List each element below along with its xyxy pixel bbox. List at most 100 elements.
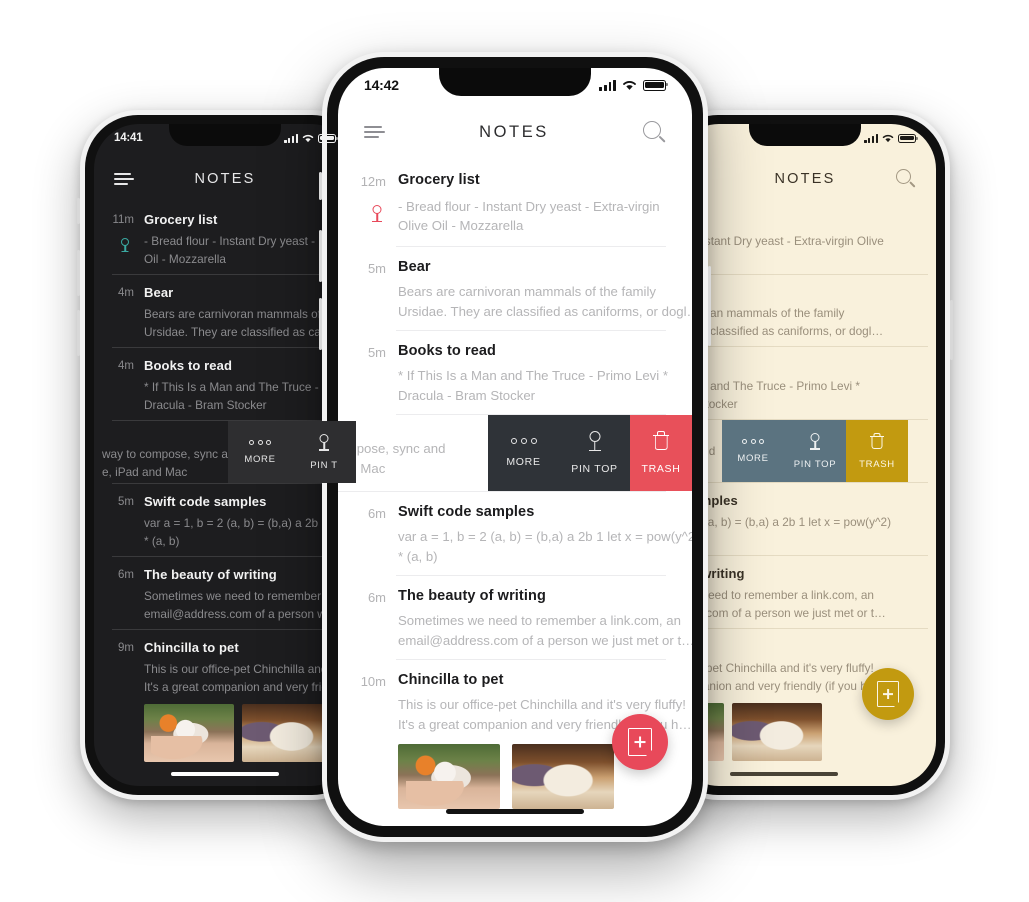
note-snippet: var a = 1, b = 2 (a, b) = (b,a) a 2b 1 l… [144,516,344,530]
note-time: 5m [367,261,386,277]
power-button-center[interactable] [708,266,711,346]
note-snippet-line2: ram Stocker [674,397,738,411]
more-action-label: MORE [244,453,276,465]
note-snippet-line2: ey are classified as caniforms, or dogl… [674,324,884,338]
pin-top-action-button[interactable]: PIN TOP [559,415,630,492]
list-item[interactable]: read a Man and The Truce - Primo Levi * … [674,347,936,419]
pin-icon [119,238,131,252]
thumbnail-image[interactable] [512,744,614,810]
pin-top-action-button[interactable]: PIN T [292,421,356,483]
volume-down-center[interactable] [319,298,322,350]
new-note-fab-right[interactable] [862,668,914,720]
list-item[interactable]: 6m The beauty of writing Sometimes we ne… [94,557,356,629]
list-item-swiped[interactable]: way to compose, sync and e, iPad and Mac… [338,415,692,492]
new-note-fab-center[interactable] [612,714,668,770]
more-action-button[interactable]: MORE [488,415,559,492]
status-time-center: 14:42 [364,77,399,93]
volume-down-left[interactable] [77,310,80,356]
note-time: 4m [118,360,134,372]
swipe-actions-center[interactable]: MORE PIN TOP TRASH [488,415,692,492]
list-item[interactable]: 5m Bear Bears are carnivoran mammals of … [338,247,692,330]
home-indicator-center[interactable] [446,809,584,814]
screen-right: NOTES st ur - Instant Dry yeast - Extra-… [674,124,936,786]
swipe-actions-right[interactable]: MORE PIN TOP TRASH [722,420,908,482]
note-snippet-line2: Oil - Mozzarella [144,252,226,266]
note-snippet-line2: * (a, b) [398,549,438,565]
home-indicator-left[interactable] [171,772,279,776]
new-note-icon [628,728,653,757]
list-item[interactable]: 4m Books to read * If This Is a Man and … [94,348,356,420]
notes-list-left[interactable]: 11m Grocery list - Bread flour - Instant… [94,202,356,786]
note-title: Chincilla to pet [144,640,239,655]
thumbnail-image[interactable] [398,744,500,810]
note-time: 10m [360,674,386,690]
list-item[interactable]: 5m Books to read * If This Is a Man and … [338,331,692,414]
more-action-label: MORE [737,452,769,464]
note-time: 5m [118,496,134,508]
wifi-icon [882,134,894,143]
search-icon[interactable] [643,120,666,144]
trash-action-label: TRASH [641,463,681,476]
note-time: 6m [367,506,386,522]
note-time: 4m [118,287,134,299]
signal-icon [599,79,616,91]
note-title: Swift code samples [144,494,267,509]
thumbnail-image[interactable] [732,703,822,761]
list-item[interactable]: 9m Chincilla to pet This is our office-p… [94,630,356,770]
note-title: st [674,212,924,227]
list-item[interactable]: 5m Swift code samples var a = 1, b = 2 (… [94,484,356,556]
note-snippet: ur - Instant Dry yeast - Extra-virgin Ol… [674,234,884,248]
note-title: Books to read [398,343,496,360]
swipe-actions-left[interactable]: MORE PIN T [228,421,356,483]
note-snippet-line2: It's a great companion and very friend [144,680,342,694]
more-dots-icon [742,438,764,444]
status-indicators-center [599,79,668,91]
list-item[interactable]: st ur - Instant Dry yeast - Extra-virgin… [674,202,936,274]
list-item[interactable]: 4m Bear Bears are carnivoran mammals of … [94,275,356,347]
status-bar-center: 14:42 [338,68,692,102]
hamburger-menu-icon[interactable] [364,126,385,138]
trash-icon [869,432,885,450]
home-indicator-right[interactable] [730,772,839,776]
note-snippet-line2: rella [674,252,924,266]
note-snippet: var a = 1, b = 2 (a, b) = (b,a) a 2b 1 l… [398,529,692,545]
list-item[interactable]: 6m Swift code samples var a = 1, b = 2 (… [338,492,692,575]
search-icon[interactable] [896,169,916,189]
hamburger-menu-icon[interactable] [114,173,134,185]
power-button-right[interactable] [950,300,953,360]
note-time: 9m [118,642,134,654]
mute-switch-left[interactable] [77,198,80,224]
list-item[interactable]: 6m The beauty of writing Sometimes we ne… [338,576,692,659]
note-snippet: * If This Is a Man and The Truce - Primo [144,380,353,394]
thumbnail-image[interactable] [144,704,234,762]
list-item-swiped[interactable]: ync and MORE PIN TOP [674,420,936,482]
list-item[interactable]: arnivoran mammals of the family ey are c… [674,275,936,346]
trash-icon [652,431,670,451]
note-title: y of writing [674,566,745,581]
note-title: Chincilla to pet [398,672,504,689]
note-title: The beauty of writing [398,588,546,605]
note-snippet-line2: email@address.com of a person we just me… [398,633,692,649]
list-item[interactable]: 11m Grocery list - Bread flour - Instant… [94,202,356,274]
volume-up-center[interactable] [319,230,322,282]
note-thumbnails[interactable] [144,704,344,762]
trash-action-button[interactable]: TRASH [846,420,908,482]
list-item[interactable]: y of writing s we need to remember a lin… [674,556,936,628]
note-snippet-line2: Ursidae. They are classified as caniform… [398,304,692,320]
more-action-button[interactable]: MORE [722,420,784,482]
volume-up-left[interactable] [77,250,80,296]
note-title: Bear [144,285,174,300]
battery-icon [898,133,918,143]
note-snippet: arnivoran mammals of the family [674,306,845,320]
more-dots-icon [249,439,271,445]
pin-top-action-button[interactable]: PIN TOP [784,420,846,482]
list-item[interactable]: e samples b = 2 (a, b) = (b,a) a 2b 1 le… [674,483,936,555]
note-snippet-line2: email@address.com of a person we ju [144,607,345,621]
note-snippet: This is our office-pet Chinchilla and it… [398,697,686,713]
trash-action-button[interactable]: TRASH [630,415,692,492]
list-item[interactable]: 12m Grocery list - Bread flour - Instant… [338,160,692,246]
more-action-button[interactable]: MORE [228,421,292,483]
thumbnail-image[interactable] [242,704,332,762]
list-item-swiped[interactable]: way to compose, sync and e, iPad and Mac… [94,421,356,483]
note-title: Grocery list [144,212,218,227]
